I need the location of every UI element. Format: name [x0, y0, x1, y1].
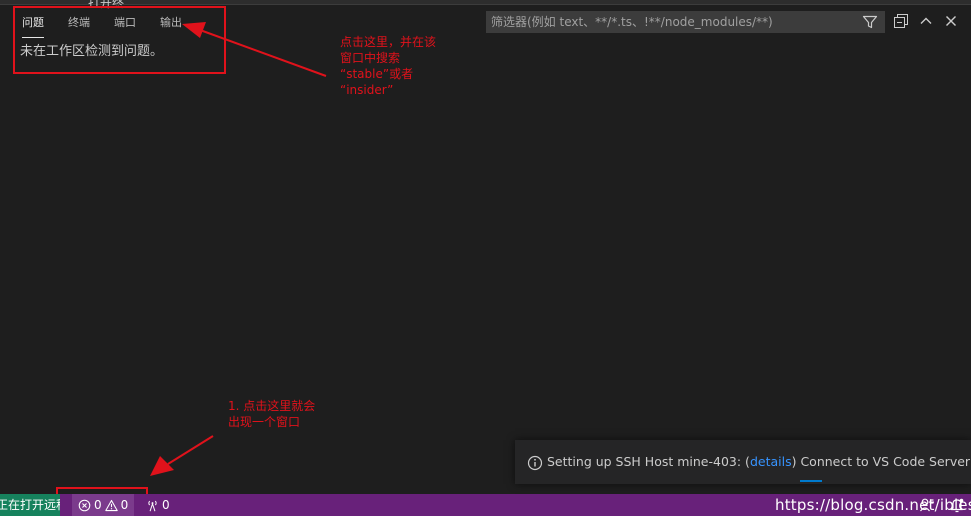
warning-icon — [104, 499, 118, 511]
annotation-arrows — [150, 22, 327, 476]
panel-actions — [893, 13, 959, 29]
close-panel-icon[interactable] — [943, 13, 959, 29]
ports-count: 0 — [162, 498, 170, 512]
titlebar-edge — [0, 0, 971, 5]
filter-icon[interactable] — [862, 14, 878, 30]
annotation-text-top: 点击这里，并在该 窗口中搜索 “stable”或者 “insider” — [340, 35, 437, 97]
accounts-icon[interactable] — [919, 497, 935, 513]
notification-prefix: Setting up SSH Host mine-403: ( — [547, 454, 750, 469]
filter-input[interactable] — [491, 12, 851, 32]
annotation-box-tabs — [13, 6, 226, 74]
error-count: 0 — [94, 498, 102, 512]
maximize-panel-icon[interactable] — [918, 13, 934, 29]
notification-details-link[interactable]: details — [750, 454, 792, 469]
warning-count: 0 — [120, 498, 129, 512]
status-bar: 正在打开远程... 0 0 0 https://blog.csdn.net/ib… — [0, 494, 971, 516]
remote-indicator[interactable]: 正在打开远程... — [0, 494, 60, 516]
radio-tower-icon — [148, 500, 157, 511]
notification-toast: Setting up SSH Host mine-403: (details) … — [515, 440, 971, 484]
annotation-text-bottom: 1. 点击这里就会 出现一个窗口 — [228, 399, 316, 429]
remote-label: 正在打开远程... — [0, 498, 60, 512]
problems-status-item[interactable]: 0 0 — [72, 494, 135, 516]
info-icon — [527, 455, 543, 470]
notification-suffix: ) Connect to VS Code Server - r... — [791, 454, 971, 469]
filter-box — [486, 11, 885, 33]
status-right-icons — [919, 497, 965, 513]
notification-progress — [800, 480, 822, 482]
notification-bell-icon[interactable] — [949, 497, 965, 513]
collapse-all-icon[interactable] — [893, 13, 909, 29]
ports-status-item[interactable]: 0 — [146, 494, 170, 516]
error-icon — [78, 499, 91, 511]
